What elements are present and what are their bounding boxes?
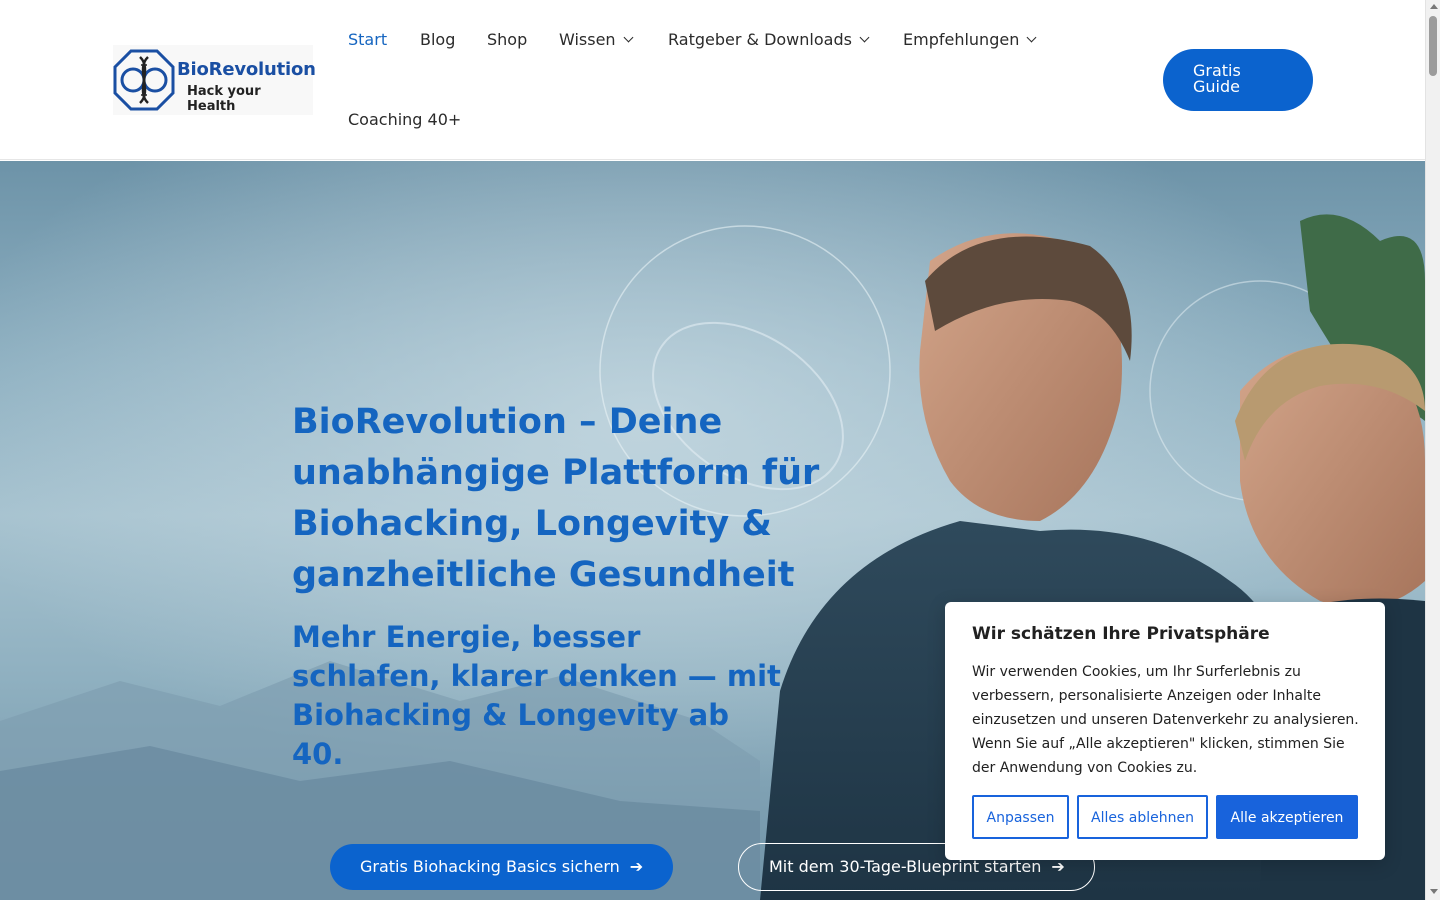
nav-label: Start bbox=[348, 30, 388, 49]
nav-item-empfehlungen[interactable]: Empfehlungen bbox=[903, 30, 1037, 49]
nav-label: Coaching 40+ bbox=[348, 110, 462, 129]
chevron-down-icon bbox=[859, 32, 870, 43]
scroll-thumb[interactable] bbox=[1429, 16, 1437, 76]
nav-item-shop[interactable]: Shop bbox=[487, 30, 527, 49]
gratis-guide-button[interactable]: Gratis Guide bbox=[1163, 49, 1313, 111]
nav-label: Wissen bbox=[559, 30, 616, 49]
page-scrollbar[interactable] bbox=[1425, 0, 1440, 900]
logo-name: BioRevolution bbox=[177, 59, 316, 80]
cookie-consent-dialog: Wir schätzen Ihre Privatsphäre Wir verwe… bbox=[945, 602, 1385, 860]
cookie-accept-button[interactable]: Alle akzeptieren bbox=[1216, 795, 1358, 839]
cookie-customize-button[interactable]: Anpassen bbox=[972, 795, 1069, 839]
site-logo[interactable]: BioRevolution Hack your Health bbox=[113, 45, 316, 115]
cookie-reject-button[interactable]: Alles ablehnen bbox=[1077, 795, 1208, 839]
cookie-title: Wir schätzen Ihre Privatsphäre bbox=[972, 624, 1270, 644]
gratis-basics-button[interactable]: Gratis Biohacking Basics sichern ➔ bbox=[330, 844, 673, 890]
cookie-text: Wir verwenden Cookies, um Ihr Surferlebn… bbox=[972, 664, 1359, 776]
gratis-basics-label: Gratis Biohacking Basics sichern bbox=[360, 857, 620, 876]
nav-item-blog[interactable]: Blog bbox=[420, 30, 455, 49]
chevron-down-icon bbox=[623, 32, 634, 43]
nav-label: Ratgeber & Downloads bbox=[668, 30, 852, 49]
scroll-down-arrow-icon[interactable] bbox=[1430, 889, 1438, 894]
gratis-guide-line2: Guide bbox=[1193, 77, 1240, 96]
dna-logo-icon bbox=[113, 49, 175, 111]
hero-subtitle: Mehr Energie, besser schlafen, klarer de… bbox=[292, 620, 781, 771]
chevron-down-icon bbox=[1026, 32, 1037, 43]
logo-tagline: Hack your Health bbox=[187, 84, 261, 114]
nav-item-start[interactable]: Start bbox=[348, 30, 387, 49]
nav-label: Blog bbox=[420, 30, 456, 49]
site-header: BioRevolution Hack your Health Start Blo… bbox=[0, 0, 1425, 160]
nav-label: Empfehlungen bbox=[903, 30, 1020, 49]
scroll-up-arrow-icon[interactable] bbox=[1430, 4, 1438, 9]
nav-item-wissen[interactable]: Wissen bbox=[559, 30, 634, 49]
arrow-right-icon: ➔ bbox=[629, 857, 644, 876]
nav-label: Shop bbox=[487, 30, 528, 49]
hero-title: BioRevolution – Deine unabhängige Plattf… bbox=[292, 402, 820, 595]
nav-item-ratgeber-downloads[interactable]: Ratgeber & Downloads bbox=[668, 30, 870, 49]
nav-item-coaching[interactable]: Coaching 40+ bbox=[348, 110, 461, 129]
